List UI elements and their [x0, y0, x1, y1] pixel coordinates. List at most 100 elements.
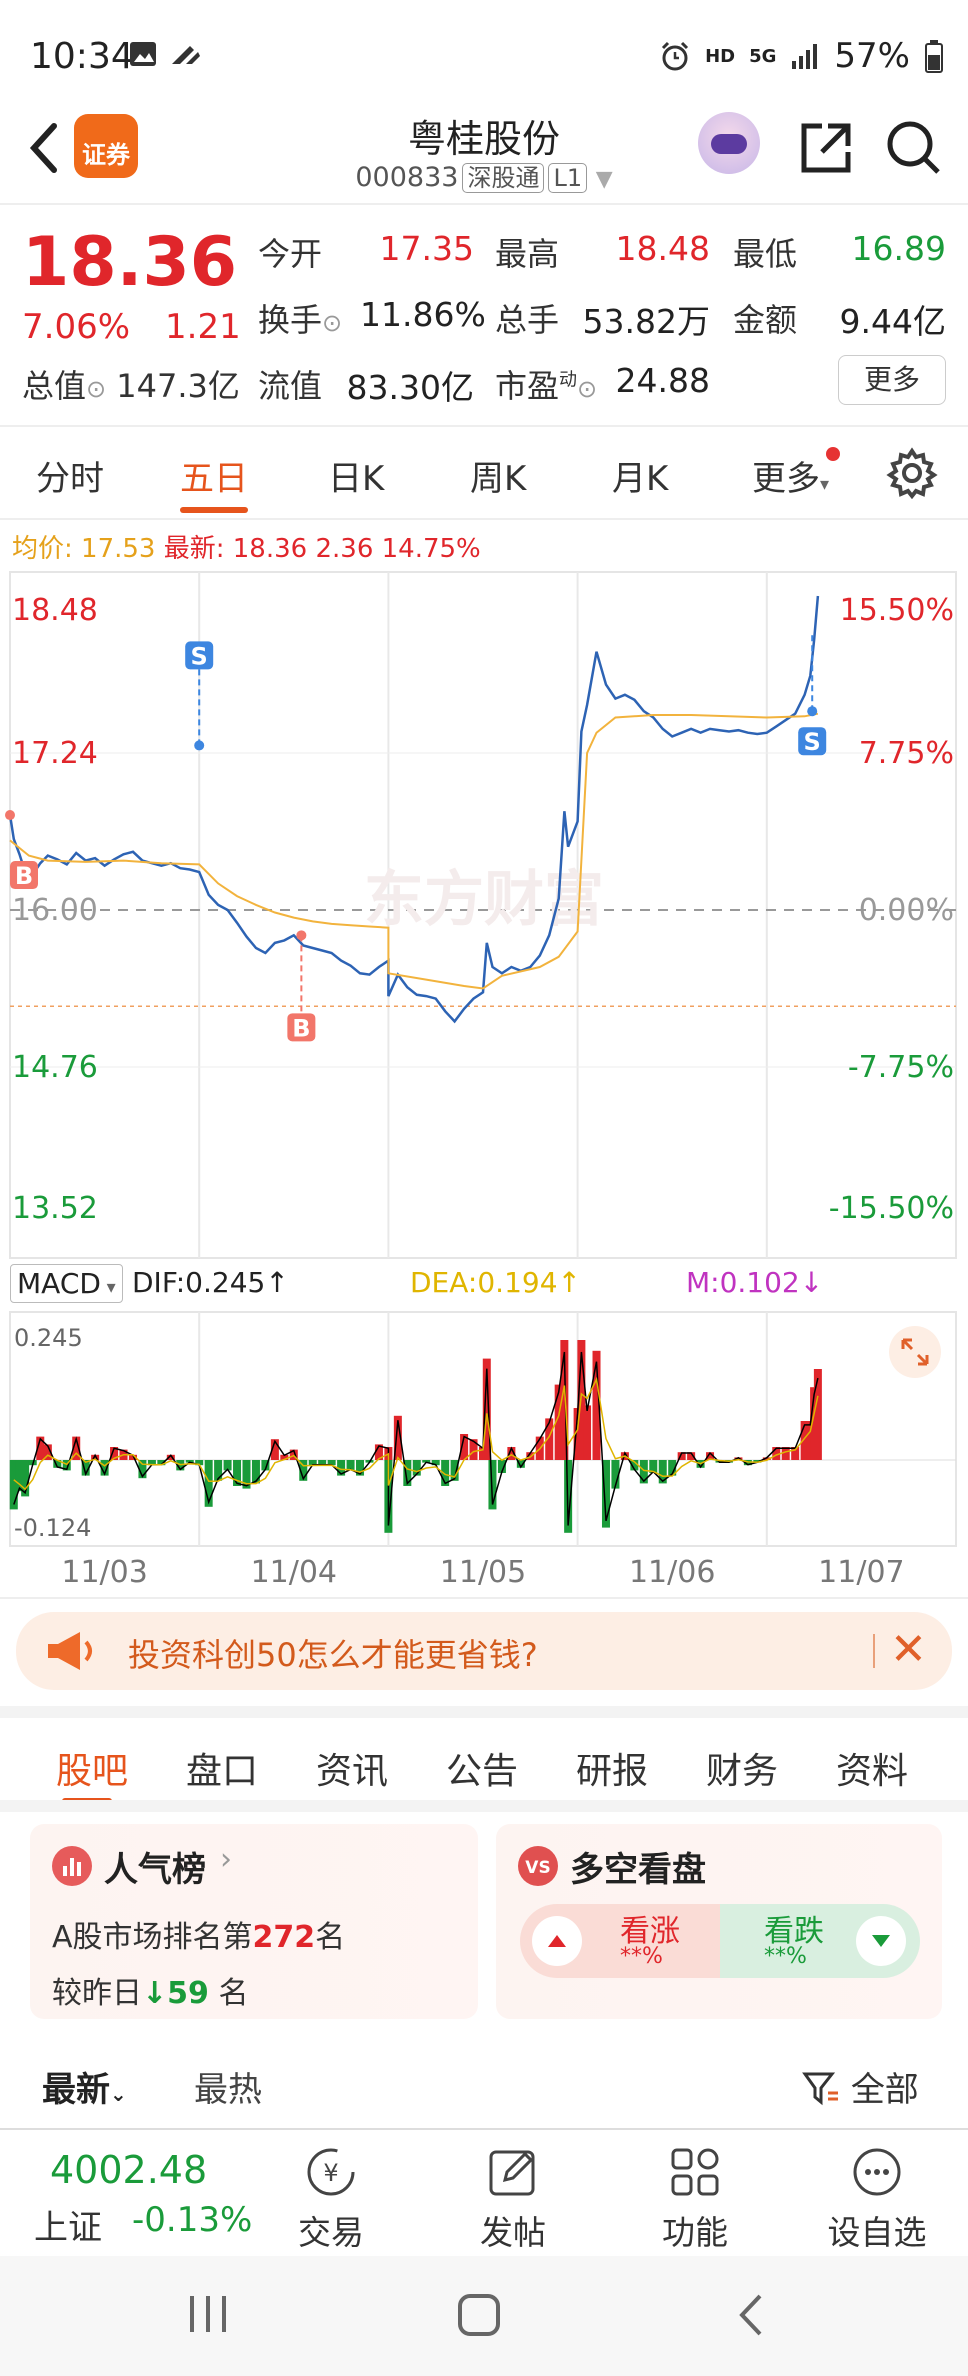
- index-change: -0.13%: [132, 2200, 253, 2240]
- tab-forum[interactable]: 股吧: [56, 1742, 128, 1794]
- dropdown-icon[interactable]: ▼: [596, 167, 613, 192]
- status-bar: 10:34 HD 5G 57%: [0, 0, 968, 110]
- indicator-selector[interactable]: MACD ▾: [10, 1264, 123, 1303]
- tab-financials[interactable]: 财务: [706, 1742, 778, 1794]
- info-icon[interactable]: ⊙: [577, 375, 597, 403]
- home-icon[interactable]: [456, 2292, 502, 2338]
- low-value: 16.89: [851, 229, 946, 268]
- sort-latest[interactable]: 最新⌄: [42, 2062, 127, 2111]
- assistant-avatar-icon[interactable]: [698, 112, 760, 174]
- popularity-card[interactable]: 人气榜 › A股市场排名第272名 较昨日↓59 名: [30, 1824, 478, 2019]
- level-tag: L1: [548, 163, 588, 193]
- nav-trade-label: 交易: [298, 2213, 364, 2252]
- nav-add-watchlist-label: 设自选: [827, 2213, 927, 2252]
- latest-value: 18.36: [232, 534, 308, 564]
- svg-text:¥: ¥: [323, 2159, 338, 2187]
- gear-icon[interactable]: [886, 447, 938, 499]
- nav-trade[interactable]: ¥ 交易: [266, 2130, 396, 2258]
- section-tabs: 股吧 盘口 资讯 公告 研报 财务 资料: [0, 1706, 968, 1804]
- recent-apps-icon[interactable]: [184, 2292, 232, 2336]
- total-mv: 总值⊙ 147.3亿: [22, 361, 240, 407]
- tab-orderbook[interactable]: 盘口: [186, 1742, 258, 1794]
- chevron-down-icon: ⌄: [110, 2082, 127, 2106]
- rank-prefix: A股市场排名第: [52, 1920, 253, 1955]
- quote-panel: 18.36 7.06% 1.21 今开 17.35 最高 18.48 最低 16…: [0, 207, 968, 422]
- promo-banner[interactable]: 投资科创50怎么才能更省钱? ✕: [16, 1612, 952, 1690]
- notification-icons: [128, 38, 208, 80]
- marker-label: B: [15, 862, 33, 890]
- tab-announcements[interactable]: 公告: [446, 1742, 518, 1794]
- y-tick-right: 15.50%: [840, 593, 954, 628]
- vote-fall-button[interactable]: 看跌 **%: [720, 1904, 920, 1978]
- info-icon[interactable]: ⊙: [86, 375, 106, 403]
- search-icon[interactable]: [884, 118, 944, 178]
- battery-percent: 57%: [834, 36, 910, 76]
- close-icon[interactable]: ✕: [890, 1624, 927, 1675]
- signal-type: 5G: [749, 45, 777, 67]
- megaphone-icon: [48, 1632, 92, 1670]
- volume-label: 总手: [495, 301, 560, 339]
- price-chart[interactable]: 东方财富 18.48 15.50% 17.24 7.75% 16.00 0.00% 14.7…: [0, 570, 968, 1260]
- nav-add-watchlist[interactable]: 设自选: [812, 2130, 942, 2258]
- marker-label: S: [191, 642, 208, 670]
- sentiment-title: 多空看盘: [570, 1850, 706, 1890]
- tab-daily-k[interactable]: 日K: [328, 451, 384, 500]
- more-button[interactable]: 更多: [838, 355, 946, 405]
- change-suffix: 名: [218, 1976, 249, 2011]
- arrow-down-icon: ↓: [142, 1976, 168, 2011]
- filter-button[interactable]: 全部: [802, 2062, 919, 2111]
- x-axis-label: 11/06: [629, 1555, 715, 1590]
- tab-research[interactable]: 研报: [576, 1742, 648, 1794]
- system-back-icon[interactable]: [732, 2292, 772, 2338]
- y-tick-right: -15.50%: [829, 1191, 954, 1226]
- index-ticker[interactable]: 4002.48 上证 -0.13%: [0, 2130, 260, 2258]
- float-mv-value: 83.30亿: [346, 368, 474, 407]
- rank-suffix: 名: [315, 1920, 346, 1955]
- index-name: 上证: [34, 2208, 102, 2248]
- info-icon[interactable]: ⊙: [322, 309, 342, 337]
- tab-profile[interactable]: 资料: [836, 1742, 908, 1794]
- arrow-up-icon: [532, 1916, 582, 1966]
- sort-row: 最新⌄ 最热 全部: [0, 2038, 968, 2128]
- filter-label: 全部: [850, 2070, 919, 2110]
- trade-markers[interactable]: S B B S: [5, 633, 827, 1042]
- pe-sup: 动: [559, 369, 578, 391]
- trade-icon: ¥: [307, 2148, 355, 2196]
- tab-weekly-k[interactable]: 周K: [470, 451, 526, 500]
- turnover-value: 11.86%: [360, 295, 486, 334]
- tab-five-day[interactable]: 五日: [180, 451, 248, 500]
- expand-icon[interactable]: [889, 1326, 941, 1378]
- tab-more[interactable]: 更多▾: [752, 451, 829, 500]
- nav-functions[interactable]: 功能: [630, 2130, 760, 2258]
- alarm-icon: [662, 41, 689, 71]
- macd-y-bottom: -0.124: [14, 1514, 91, 1542]
- x-axis-label: 11/04: [251, 1555, 337, 1590]
- nav-post[interactable]: 发帖: [448, 2130, 578, 2258]
- tab-news[interactable]: 资讯: [316, 1742, 388, 1794]
- vs-icon: VS: [518, 1846, 558, 1886]
- series-price: [8, 595, 820, 1024]
- vote-rise-button[interactable]: 看涨 **%: [520, 1904, 720, 1978]
- macd-bar: [251, 1460, 260, 1484]
- arrow-up-icon: ↑: [265, 1266, 289, 1299]
- volume-value: 53.82万: [582, 302, 710, 341]
- nav-post-label: 发帖: [480, 2213, 546, 2252]
- tab-intraday[interactable]: 分时: [36, 451, 104, 500]
- macd-header: MACD ▾ DIF:0.245↑ DEA:0.194↑ M:0.102↓: [10, 1264, 960, 1304]
- latest-change: 2.36: [315, 534, 374, 564]
- edit-icon: [489, 2150, 535, 2196]
- rank-value: 272: [252, 1920, 316, 1955]
- macd-chart[interactable]: 0.245 -0.124 11/03 11/04 11/05 11/06 11/07: [0, 1310, 968, 1600]
- change-amount: 1.21: [165, 307, 241, 347]
- marker-label: B: [292, 1014, 310, 1042]
- stock-header: 证券 粤桂股份 000833 深股通 L1 ▼: [0, 100, 968, 205]
- index-value: 4002.48: [50, 2148, 208, 2192]
- share-icon[interactable]: [796, 118, 856, 178]
- more-dots-icon: [853, 2148, 901, 2196]
- low-label: 最低: [733, 235, 798, 273]
- market-tag: 深股通: [462, 163, 545, 193]
- turnover-label: 换手⊙: [258, 295, 342, 341]
- pe-label-text: 市盈: [495, 367, 560, 405]
- tab-monthly-k[interactable]: 月K: [612, 451, 668, 500]
- sort-hottest[interactable]: 最热: [194, 2062, 262, 2111]
